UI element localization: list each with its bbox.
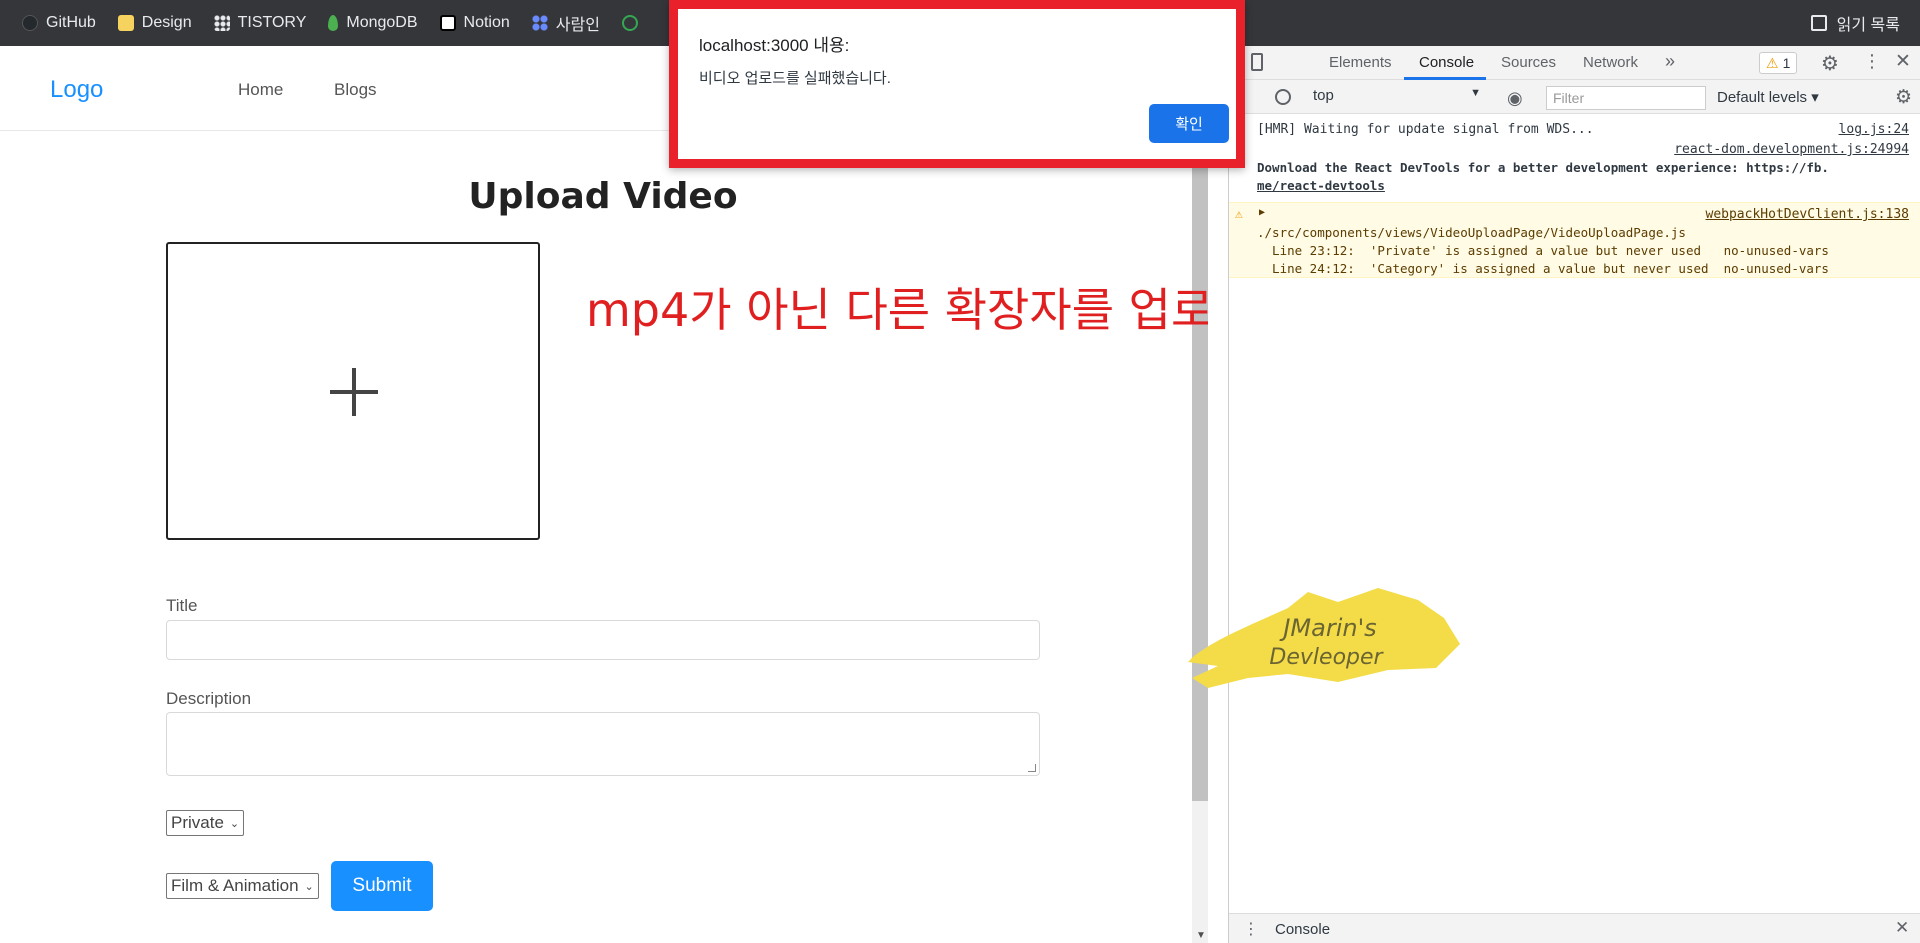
- privacy-select[interactable]: Private ⌄: [166, 810, 245, 836]
- annotation-text: mp4가 아닌 다른 확장자를 업로드 할 때: [586, 283, 1208, 337]
- kebab-menu-icon[interactable]: ⋮: [1863, 51, 1881, 72]
- console-warning-entry: ⚠ ▶ webpackHotDevClient.js:138 ./src/com…: [1229, 202, 1920, 278]
- context-value: top: [1313, 87, 1334, 104]
- log-message: Download the React DevTools for a better…: [1257, 160, 1829, 175]
- dropdown-arrow-icon: ▼: [1470, 87, 1481, 99]
- bookmark-partial[interactable]: [621, 15, 638, 31]
- alert-dialog: localhost:3000 내용: 비디오 업로드를 실패했습니다. 확인: [669, 0, 1245, 168]
- watermark-sticker: JMarin's Devleoper: [1188, 588, 1460, 688]
- log-link[interactable]: me/react-devtools: [1257, 178, 1385, 193]
- privacy-select-value: Private: [171, 813, 224, 832]
- bookmark-label: Notion: [463, 14, 510, 31]
- page-viewport: Logo Home Blogs Upload Video Title Descr…: [0, 46, 1208, 943]
- warning-line: Line 24:12: 'Category' is assigned a val…: [1257, 261, 1829, 276]
- alert-ok-button[interactable]: 확인: [1149, 104, 1229, 143]
- warning-path: ./src/components/views/VideoUploadPage/V…: [1257, 225, 1686, 240]
- description-label: Description: [166, 689, 252, 708]
- warning-icon: ⚠: [1235, 207, 1243, 222]
- warning-icon: ⚠: [1766, 54, 1779, 71]
- console-log-entry: [HMR] Waiting for update signal from WDS…: [1229, 118, 1920, 142]
- bookmark-label: Design: [141, 14, 192, 31]
- console-log-entry: react-dom.development.js:24994 Download …: [1229, 142, 1920, 202]
- warning-count: 1: [1782, 55, 1791, 71]
- page-title: Upload Video: [468, 176, 738, 217]
- github-icon: [22, 15, 38, 31]
- bookmark-github[interactable]: GitHub: [22, 14, 96, 32]
- scroll-down-arrow-icon[interactable]: ▼: [1196, 930, 1206, 941]
- sticker-line2: Devleoper: [1269, 645, 1384, 670]
- scrollbar-thumb[interactable]: [1192, 131, 1208, 801]
- drawer-tab-console[interactable]: Console: [1275, 921, 1330, 938]
- alert-message: 비디오 업로드를 실패했습니다.: [699, 70, 891, 87]
- devtools-drawer: ⋮ Console ✕: [1229, 913, 1920, 943]
- reading-list-button[interactable]: 읽기 목록: [1810, 0, 1900, 46]
- filter-input[interactable]: Filter: [1546, 86, 1706, 110]
- folder-icon: [117, 15, 134, 31]
- chevron-down-icon: ⌄: [229, 817, 240, 830]
- chevron-down-icon: ⌄: [304, 880, 314, 893]
- bookmark-notion[interactable]: Notion: [439, 14, 510, 32]
- log-source-link[interactable]: react-dom.development.js:24994: [1674, 142, 1909, 157]
- notion-icon: [439, 15, 456, 31]
- log-message: [HMR] Waiting for update signal from WDS…: [1257, 122, 1594, 137]
- device-toolbar-icon[interactable]: [1251, 53, 1263, 71]
- video-dropzone[interactable]: [166, 242, 540, 540]
- category-select[interactable]: Film & Animation ⌄: [166, 873, 319, 899]
- gear-icon[interactable]: ⚙: [1821, 51, 1839, 76]
- nav-home[interactable]: Home: [238, 80, 283, 100]
- submit-button[interactable]: Submit: [331, 861, 433, 911]
- warning-badge[interactable]: ⚠ 1: [1759, 52, 1798, 74]
- title-label: Title: [166, 596, 198, 615]
- alert-title: localhost:3000 내용:: [699, 36, 850, 55]
- expand-arrow-icon[interactable]: ▶: [1259, 207, 1265, 218]
- context-select[interactable]: top ▼: [1313, 87, 1481, 109]
- title-input[interactable]: [166, 620, 1040, 660]
- bookmark-design[interactable]: Design: [117, 14, 192, 32]
- log-levels-select[interactable]: Default levels ▾: [1717, 88, 1819, 106]
- tab-elements[interactable]: Elements: [1329, 54, 1392, 71]
- drawer-menu-icon[interactable]: ⋮: [1243, 919, 1259, 939]
- reading-list-label: 읽기 목록: [1836, 17, 1900, 34]
- mongodb-leaf-icon: [328, 15, 339, 31]
- sticker-line1: JMarin's: [1279, 614, 1376, 642]
- nav-blogs[interactable]: Blogs: [334, 80, 377, 100]
- devtools-tabbar: Elements Console Sources Network » ⚠ 1 ⚙…: [1229, 46, 1920, 80]
- category-select-value: Film & Animation: [171, 876, 299, 895]
- more-tabs-icon[interactable]: »: [1665, 51, 1675, 72]
- clear-console-icon[interactable]: [1275, 89, 1291, 105]
- bookmark-label: 사람인: [555, 17, 600, 34]
- tab-sources[interactable]: Sources: [1501, 54, 1556, 71]
- bookmark-label: TISTORY: [237, 14, 307, 31]
- logo[interactable]: Logo: [50, 76, 103, 104]
- tab-network[interactable]: Network: [1583, 54, 1638, 71]
- drawer-close-icon[interactable]: ✕: [1895, 918, 1909, 938]
- warning-line: Line 23:12: 'Private' is assigned a valu…: [1257, 243, 1829, 258]
- reading-list-icon: [1810, 15, 1827, 31]
- log-source-link[interactable]: webpackHotDevClient.js:138: [1706, 207, 1910, 222]
- bookmark-tistory[interactable]: TISTORY: [213, 14, 307, 32]
- devtools-panel: Elements Console Sources Network » ⚠ 1 ⚙…: [1228, 46, 1920, 943]
- bookmark-mongodb[interactable]: MongoDB: [328, 14, 418, 32]
- console-settings-icon[interactable]: ⚙: [1895, 86, 1912, 109]
- console-toolbar: top ▼ ◉ Filter Default levels ▾ ⚙: [1229, 80, 1920, 114]
- eye-icon[interactable]: ◉: [1507, 88, 1523, 109]
- bookmark-label: GitHub: [46, 14, 96, 31]
- tab-console[interactable]: Console: [1419, 54, 1474, 71]
- clock-icon: [621, 15, 638, 31]
- resize-grip-icon[interactable]: [1028, 764, 1036, 772]
- description-textarea[interactable]: [166, 712, 1040, 776]
- close-icon[interactable]: ✕: [1895, 50, 1911, 73]
- bookmark-saramin[interactable]: 사람인: [531, 11, 600, 35]
- saramin-icon: [531, 15, 548, 31]
- log-source-link[interactable]: log.js:24: [1839, 122, 1909, 137]
- tistory-icon: [213, 15, 230, 31]
- bookmark-label: MongoDB: [346, 14, 418, 31]
